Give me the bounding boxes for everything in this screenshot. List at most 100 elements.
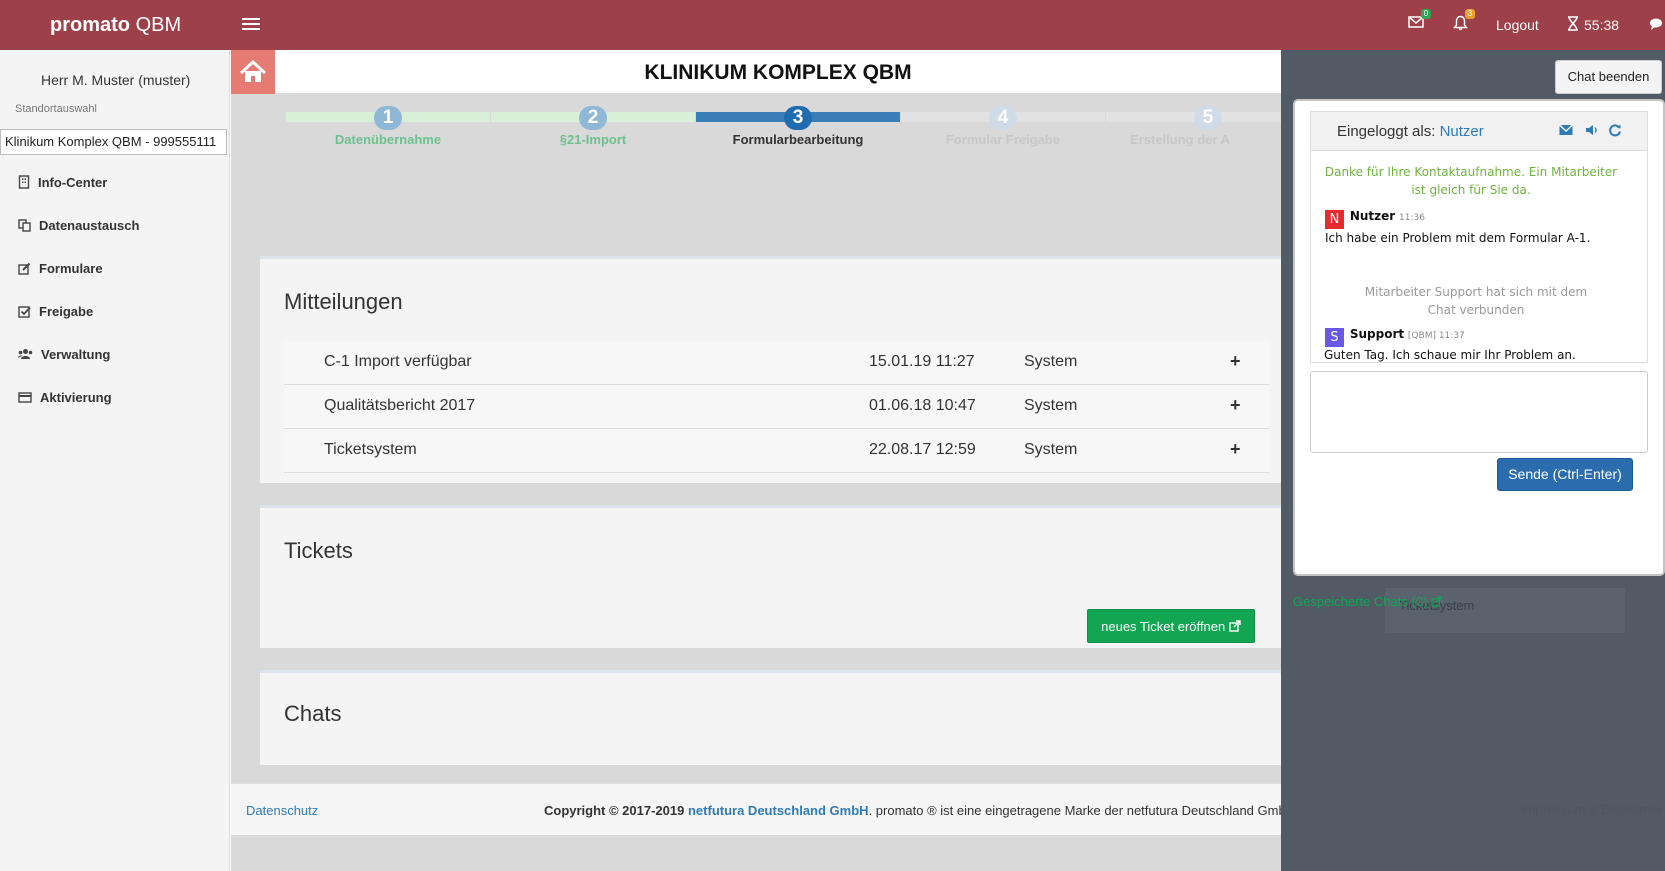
chat-join-notice: Mitarbeiter Support hat sich mit dem Cha… (1364, 285, 1588, 317)
chat-timestamp: 11:36 (1399, 213, 1425, 223)
chat-message-header: S Support [QBM] 11:37 (1325, 327, 1465, 347)
chat-greeting: Danke für Ihre Kontaktaufnahme. Ein Mita… (1324, 165, 1618, 197)
page-title: KLINIKUM KOMPLEX QBM (644, 61, 912, 84)
brand-rest: QBM (135, 14, 182, 36)
logged-in-prefix: Eingeloggt als: (1337, 123, 1436, 140)
building-icon (18, 175, 30, 189)
home-icon (239, 59, 267, 82)
bell-icon[interactable]: 3 (1453, 9, 1475, 31)
messages-panel: Mitteilungen C-1 Import verfügbar 15.01.… (260, 256, 1281, 483)
message-title: Ticketsystem (324, 441, 417, 458)
location-select[interactable]: Klinikum Komplex QBM - 999555111 (0, 129, 227, 155)
new-ticket-button[interactable]: neues Ticket eröffnen (1087, 609, 1255, 643)
copyright-prefix: Copyright © 2017-2019 (544, 803, 685, 818)
sidebar-item-label: Aktivierung (40, 389, 112, 405)
chat-messages: Danke für Ihre Kontaktaufnahme. Ein Mita… (1310, 151, 1648, 363)
wizard-step-1[interactable]: 1 (374, 106, 402, 130)
copyright-suffix: . promato ® ist eine eingetragene Marke … (868, 803, 1299, 818)
wizard-label-1: Datenübernahme (334, 132, 442, 147)
sidebar-item-info-center[interactable]: Info-Center (18, 172, 107, 192)
sidebar-item-label: Formulare (39, 260, 103, 276)
wizard-step-2[interactable]: 2 (579, 106, 607, 130)
message-date: 22.08.17 12:59 (869, 441, 976, 458)
chat-message-header: N Nutzer 11:36 (1325, 209, 1425, 229)
current-user: Herr M. Muster (muster) (41, 72, 191, 88)
external-link-icon (1431, 596, 1442, 607)
chat-window: Eingeloggt als: Nutzer Danke für Ihre Ko… (1293, 99, 1665, 576)
new-ticket-label: neues Ticket eröffnen (1101, 619, 1226, 634)
refresh-icon[interactable] (1608, 123, 1622, 142)
expand-plus-icon[interactable]: + (1230, 351, 1241, 372)
mail-icon[interactable] (1559, 123, 1573, 141)
send-button[interactable]: Sende (Ctrl-Enter) (1497, 458, 1633, 491)
sidebar-item-administration[interactable]: Verwaltung (18, 344, 110, 364)
chats-title: Chats (284, 701, 342, 726)
wizard-step-3[interactable]: 3 (784, 106, 812, 130)
session-timer: 55:38 (1584, 17, 1620, 33)
wizard-label-5: Erstellung der A (1130, 132, 1230, 147)
message-source: System (1024, 441, 1078, 458)
chat-input[interactable] (1310, 371, 1648, 453)
chat-message-text: Guten Tag. Ich schaue mir Ihr Problem an… (1324, 348, 1576, 362)
tickets-title: Tickets (284, 538, 353, 563)
hourglass-icon (1567, 16, 1579, 36)
chat-sender: Nutzer (1349, 209, 1396, 223)
logged-in-user: Nutzer (1439, 123, 1484, 140)
wizard-step-5: 5 (1194, 106, 1222, 130)
expand-plus-icon[interactable]: + (1230, 439, 1241, 460)
privacy-link[interactable]: Datenschutz (246, 803, 318, 818)
chat-header: Eingeloggt als: Nutzer (1310, 111, 1648, 151)
menu-toggle-icon[interactable] (242, 15, 260, 35)
chat-timestamp: [QBM] 11:37 (1407, 331, 1465, 341)
sidebar-item-activation[interactable]: Aktivierung (18, 387, 112, 407)
page-footer: Datenschutz Copyright © 2017-2019 netfut… (231, 783, 1299, 835)
location-label: Standortauswahl (15, 103, 97, 115)
expand-plus-icon[interactable]: + (1230, 395, 1241, 416)
wizard-label-2: §21-Import (559, 132, 627, 147)
sidebar-item-label: Datenaustausch (39, 217, 140, 233)
copy-icon (18, 218, 31, 232)
message-title: Qualitätsbericht 2017 (324, 397, 476, 414)
message-row[interactable]: C-1 Import verfügbar 15.01.19 11:27 Syst… (284, 341, 1269, 385)
company-link[interactable]: netfutura Deutschland GmbH (688, 803, 869, 818)
logged-in-info: Eingeloggt als: Nutzer (1337, 123, 1484, 140)
mail-badge: 0 (1421, 9, 1431, 19)
message-source: System (1024, 353, 1078, 370)
logout-link[interactable]: Logout (1496, 17, 1539, 33)
check-square-icon (18, 305, 31, 318)
chat-bubbles-icon[interactable] (1650, 17, 1665, 36)
avatar: N (1325, 210, 1344, 229)
brand-bold: promato (50, 14, 130, 36)
wizard-label-3: Formularbearbeitung (732, 132, 864, 147)
chat-message-text: Ich habe ein Problem mit dem Formular A-… (1325, 231, 1591, 245)
message-source: System (1024, 397, 1078, 414)
message-row[interactable]: Qualitätsbericht 2017 01.06.18 10:47 Sys… (284, 385, 1269, 429)
sidebar-item-release[interactable]: Freigabe (18, 301, 93, 321)
external-link-icon (1229, 620, 1241, 632)
edit-icon (18, 262, 31, 275)
tickets-panel: Tickets neues Ticket eröffnen (260, 505, 1281, 648)
title-bar: KLINIKUM KOMPLEX QBM (275, 50, 1281, 94)
chat-overlay: Chat beenden Ticketsystem Gespeicherte C… (1281, 50, 1665, 871)
sidebar-item-forms[interactable]: Formulare (18, 258, 103, 278)
chat-sender: Support (1349, 327, 1405, 341)
saved-chats-link[interactable]: Gespeicherte Chats (0) (1293, 594, 1442, 609)
wizard-step-4: 4 (989, 106, 1017, 130)
users-icon (18, 349, 33, 359)
message-row[interactable]: Ticketsystem 22.08.17 12:59 System + (284, 429, 1269, 473)
imprint-link[interactable]: Impressum & Disclaimer (1521, 802, 1662, 817)
sidebar-item-data-exchange[interactable]: Datenaustausch (18, 215, 139, 235)
sidebar: Herr M. Muster (muster) Standortauswahl … (0, 50, 230, 871)
top-navbar: promato QBM 0 3 Logout 55:38 (0, 0, 1665, 50)
notification-badge: 3 (1465, 9, 1475, 19)
progress-wizard: 1 2 3 4 5 Datenübernahme §21-Import Form… (231, 94, 1281, 220)
message-title: C-1 Import verfügbar (324, 353, 472, 370)
home-button[interactable] (231, 50, 275, 94)
mail-icon[interactable]: 0 (1408, 9, 1431, 29)
credit-card-icon (18, 391, 32, 403)
wizard-label-4: Formular Freigabe (945, 132, 1061, 147)
end-chat-button[interactable]: Chat beenden (1555, 60, 1662, 94)
brand-logo[interactable]: promato QBM (50, 14, 181, 37)
sidebar-item-label: Verwaltung (41, 346, 111, 362)
volume-icon[interactable] (1585, 123, 1599, 141)
